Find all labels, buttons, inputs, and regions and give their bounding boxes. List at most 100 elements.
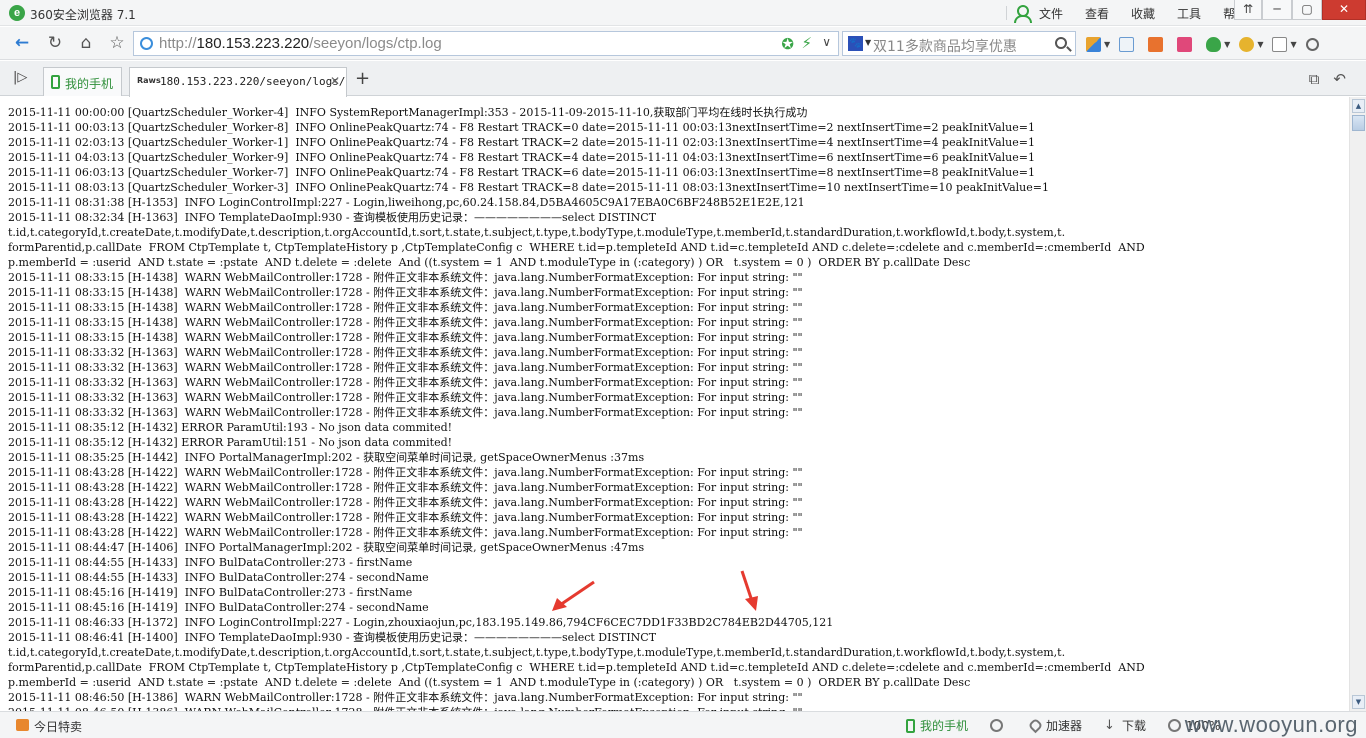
- log-line: 2015-11-11 08:46:50 [H-1386] WARN WebMai…: [8, 691, 803, 704]
- apps-grid-icon[interactable]: [1086, 36, 1101, 52]
- log-line: 2015-11-11 08:46:41 [H-1400] INFO Templa…: [8, 631, 657, 644]
- annotation-arrow-right: [740, 570, 758, 611]
- maximize-button[interactable]: ▢: [1292, 0, 1322, 20]
- menu-tools[interactable]: 工具: [1177, 5, 1201, 22]
- log-line: 2015-11-11 08:33:15 [H-1438] WARN WebMai…: [8, 331, 803, 344]
- page-globe-icon: [140, 37, 153, 50]
- pin-icon[interactable]: ⇈: [1234, 0, 1262, 20]
- search-input[interactable]: 双11多款商品均享优惠: [873, 36, 1017, 56]
- apps-dropdown-icon[interactable]: ▼: [1104, 40, 1110, 49]
- log-line: 2015-11-11 08:44:55 [H-1433] INFO BulDat…: [8, 556, 413, 569]
- menu-separator: [1006, 6, 1007, 20]
- log-text: 2015-11-11 00:00:00 [QuartzScheduler_Wor…: [8, 105, 1145, 711]
- page-content: 2015-11-11 00:00:00 [QuartzScheduler_Wor…: [0, 97, 1349, 711]
- log-line: 2015-11-11 08:33:15 [H-1438] WARN WebMai…: [8, 301, 803, 314]
- log-line: 2015-11-11 06:03:13 [QuartzScheduler_Wor…: [8, 166, 1035, 179]
- log-line: 2015-11-11 08:43:28 [H-1422] WARN WebMai…: [8, 466, 803, 479]
- log-line: 2015-11-11 04:03:13 [QuartzScheduler_Wor…: [8, 151, 1035, 164]
- arrow-head: [552, 598, 567, 611]
- url-path: /seeyon/logs/ctp.log: [309, 35, 442, 52]
- user-icon[interactable]: [1013, 5, 1032, 23]
- watermark: www.wooyun.org: [1184, 712, 1358, 737]
- vertical-scrollbar[interactable]: ▲ ▼: [1349, 97, 1366, 711]
- tab-bar: |▷ 我的手机 Raws 180.153.223.220/seeyon/logs…: [0, 61, 1366, 97]
- speed-mode-icon[interactable]: ⚡: [801, 34, 812, 52]
- log-line: formParentid,p.callDate FROM CtpTemplate…: [8, 661, 1145, 674]
- rocket-icon: [1027, 717, 1044, 734]
- sidebar-toggle-icon[interactable]: |▷: [13, 70, 27, 85]
- text-file-icon: Raws: [137, 76, 161, 85]
- log-line: 2015-11-11 08:33:15 [H-1438] WARN WebMai…: [8, 316, 803, 329]
- log-line: 2015-11-11 08:35:25 [H-1442] INFO Portal…: [8, 451, 645, 464]
- search-engine-icon[interactable]: 🐾: [848, 36, 863, 51]
- my-mobile-button[interactable]: 我的手机: [906, 717, 968, 734]
- back-arrow-icon[interactable]: ←: [9, 31, 35, 55]
- url-text[interactable]: http://180.153.223.220/seeyon/logs/ctp.l…: [159, 35, 442, 52]
- tab-log-file[interactable]: Raws 180.153.223.220/seeyon/logs/ ✕: [129, 67, 347, 97]
- search-page-icon[interactable]: [1305, 37, 1319, 51]
- log-line: t.id,t.categoryId,t.createDate,t.modifyD…: [8, 226, 1066, 239]
- image-dropdown-icon[interactable]: ▼: [1290, 40, 1296, 49]
- scroll-down-arrow-icon[interactable]: ▼: [1352, 695, 1365, 709]
- extension-toolbar: ▼ ▼ ▼ ▼: [1086, 35, 1333, 53]
- menu-view[interactable]: 查看: [1085, 5, 1109, 22]
- image-icon[interactable]: [1272, 36, 1288, 52]
- search-box[interactable]: 🐾 ▼ 双11多款商品均享优惠: [842, 31, 1076, 56]
- gift-icon: [16, 719, 29, 731]
- network-button[interactable]: [990, 719, 1008, 732]
- address-bar[interactable]: http://180.153.223.220/seeyon/logs/ctp.l…: [133, 31, 839, 56]
- clean-icon[interactable]: [1239, 36, 1255, 52]
- log-line: 2015-11-11 08:31:38 [H-1353] INFO LoginC…: [8, 196, 805, 209]
- calendar-icon[interactable]: [1119, 36, 1135, 52]
- refresh-icon[interactable]: ↻: [42, 31, 68, 55]
- annotation-arrow-left: [552, 580, 595, 611]
- log-line: 2015-11-11 08:43:28 [H-1422] WARN WebMai…: [8, 481, 803, 494]
- compat-mode-icon[interactable]: ✪: [781, 35, 794, 53]
- tab-list-icon[interactable]: ⧉: [1309, 70, 1320, 88]
- url-scheme: http://: [159, 35, 197, 52]
- search-icon[interactable]: [1055, 37, 1067, 49]
- log-line: 2015-11-11 08:43:28 [H-1422] WARN WebMai…: [8, 496, 803, 509]
- shield-icon[interactable]: [1206, 36, 1222, 52]
- download-button[interactable]: ↓ 下载: [1104, 717, 1146, 734]
- daily-deals-link[interactable]: 今日特卖: [34, 718, 82, 735]
- arrow-shaft: [559, 580, 595, 607]
- status-label: 加速器: [1046, 719, 1083, 733]
- accelerator-button[interactable]: 加速器: [1027, 717, 1083, 734]
- close-window-button[interactable]: ✕: [1322, 0, 1366, 20]
- close-tab-icon[interactable]: ✕: [330, 74, 340, 88]
- menu-file[interactable]: 文件: [1039, 5, 1063, 22]
- window-controls: ⇈ ─ ▢ ✕: [1234, 0, 1366, 22]
- log-line: 2015-11-11 08:33:32 [H-1363] WARN WebMai…: [8, 361, 803, 374]
- log-line: 2015-11-11 08:43:28 [H-1422] WARN WebMai…: [8, 511, 803, 524]
- clean-dropdown-icon[interactable]: ▼: [1257, 40, 1263, 49]
- log-line: 2015-11-11 08:33:15 [H-1438] WARN WebMai…: [8, 286, 803, 299]
- log-line: 2015-11-11 00:03:13 [QuartzScheduler_Wor…: [8, 121, 1035, 134]
- screenshot-icon[interactable]: [1177, 36, 1193, 52]
- favorite-star-icon[interactable]: ☆: [104, 31, 130, 55]
- undo-close-icon[interactable]: ↶: [1333, 70, 1346, 88]
- search-engine-dropdown-icon[interactable]: ▼: [865, 38, 871, 47]
- chevron-down-icon[interactable]: ∨: [822, 35, 831, 49]
- scroll-thumb[interactable]: [1352, 115, 1365, 131]
- log-line: formParentid,p.callDate FROM CtpTemplate…: [8, 241, 1145, 254]
- reader-icon[interactable]: [1148, 36, 1164, 52]
- log-line: p.memberId = :userid AND t.state = :psta…: [8, 256, 971, 269]
- new-tab-plus-icon[interactable]: +: [355, 68, 370, 89]
- log-line: 2015-11-11 08:32:34 [H-1363] INFO Templa…: [8, 211, 657, 224]
- tab-my-mobile[interactable]: 我的手机: [43, 67, 122, 96]
- log-line: t.id,t.categoryId,t.createDate,t.modifyD…: [8, 646, 1066, 659]
- tab-tools: ⧉ ↶: [1295, 70, 1346, 88]
- shield-dropdown-icon[interactable]: ▼: [1224, 40, 1230, 49]
- log-line: 2015-11-11 08:33:32 [H-1363] WARN WebMai…: [8, 406, 803, 419]
- scroll-up-arrow-icon[interactable]: ▲: [1352, 99, 1365, 113]
- menu-bar: 文件 查看 收藏 工具 帮助: [1000, 0, 1269, 26]
- tab-label: 180.153.223.220/seeyon/logs/: [160, 75, 346, 88]
- home-icon[interactable]: ⌂: [73, 31, 99, 55]
- log-line: 2015-11-11 08:33:32 [H-1363] WARN WebMai…: [8, 346, 803, 359]
- arrow-shaft: [740, 570, 754, 602]
- minimize-button[interactable]: ─: [1262, 0, 1292, 20]
- log-line: 2015-11-11 02:03:13 [QuartzScheduler_Wor…: [8, 136, 1035, 149]
- menu-favorites[interactable]: 收藏: [1131, 5, 1155, 22]
- log-line: 2015-11-11 08:03:13 [QuartzScheduler_Wor…: [8, 181, 1049, 194]
